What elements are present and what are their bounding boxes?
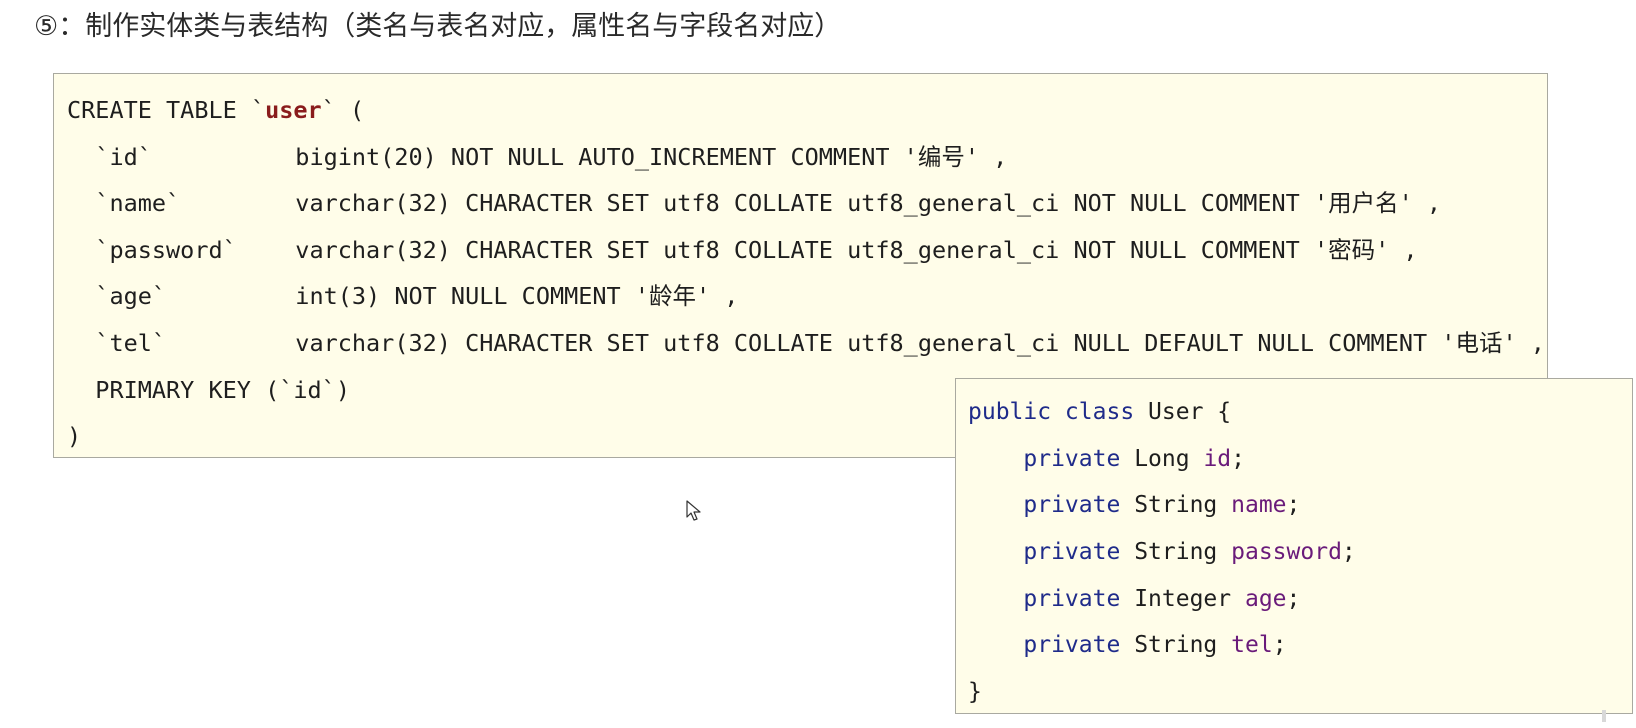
sql-column-def: varchar(32) CHARACTER SET utf8 COLLATE u… xyxy=(295,328,1545,357)
mouse-pointer-icon xyxy=(686,500,701,521)
java-field-name: age xyxy=(1244,585,1287,612)
java-field-line: private Long id; xyxy=(1023,445,1245,472)
java-class-name: User { xyxy=(1148,399,1232,425)
java-class-close: } xyxy=(968,669,1632,716)
java-field-line: private Integer age; xyxy=(1023,585,1301,612)
java-field-name: password xyxy=(1231,539,1342,566)
sql-column-name: `id` xyxy=(95,142,152,171)
java-field-type: Integer xyxy=(1134,585,1232,612)
sql-table-name: user xyxy=(265,96,322,124)
sql-column-name: `age` xyxy=(95,282,167,311)
java-field-modifier: private xyxy=(1023,445,1121,472)
sql-column-line: `tel` varchar(32) CHARACTER SET utf8 COLL… xyxy=(67,320,1547,367)
sql-column-line: `age` int(3) NOT NULL COMMENT '龄年' , xyxy=(67,273,1547,320)
sql-column-line: `password` varchar(32) CHARACTER SET utf8… xyxy=(67,227,1547,274)
sql-column-name: `name` xyxy=(95,189,181,218)
java-field-line: private String tel; xyxy=(1023,632,1287,659)
sql-column-def: bigint(20) NOT NULL AUTO_INCREMENT COMME… xyxy=(295,142,1008,171)
java-field-type: String xyxy=(1134,632,1218,659)
java-field-modifier: private xyxy=(1023,585,1121,612)
sql-column-line: `id` bigint(20) NOT NULL AUTO_INCREMENT C… xyxy=(67,134,1547,181)
sql-close-paren: ) xyxy=(67,422,82,451)
java-field-type: Long xyxy=(1134,445,1190,472)
sql-column-def: varchar(32) CHARACTER SET utf8 COLLATE u… xyxy=(295,189,1442,218)
sql-column-line: `name` varchar(32) CHARACTER SET utf8 COL… xyxy=(67,180,1547,227)
java-class-declaration: public class User { xyxy=(968,389,1632,436)
sql-column-name: `password` xyxy=(95,235,237,264)
java-code-block: public class User { private Long id; pri… xyxy=(955,378,1633,714)
sql-create-suffix: ` ( xyxy=(321,96,365,124)
java-field-modifier: private xyxy=(1023,492,1121,519)
sql-column-def: int(3) NOT NULL COMMENT '龄年' , xyxy=(295,282,739,311)
java-field-line: private String name; xyxy=(1023,492,1301,519)
java-close-brace: } xyxy=(968,679,982,706)
sql-create-prefix: CREATE TABLE ` xyxy=(67,96,266,124)
sql-column-def: varchar(32) CHARACTER SET utf8 COLLATE u… xyxy=(295,235,1418,264)
java-field-name: tel xyxy=(1231,632,1273,659)
sql-column-name: `tel` xyxy=(95,328,167,357)
java-field-modifier: private xyxy=(1023,539,1121,566)
scroll-indicator xyxy=(1602,710,1606,722)
java-field-type: String xyxy=(1134,492,1218,519)
java-field-modifier: private xyxy=(1023,632,1121,659)
sql-line-create: CREATE TABLE `user` ( xyxy=(67,87,1547,134)
java-field-name: id xyxy=(1203,445,1232,472)
java-field-line: private String password; xyxy=(1023,539,1356,566)
java-field-name: name xyxy=(1231,492,1287,519)
page-title: ⑤：制作实体类与表结构（类名与表名对应，属性名与字段名对应） xyxy=(34,11,842,42)
java-decl-keyword: public class xyxy=(968,399,1135,425)
sql-primary-key: PRIMARY KEY (`id`) xyxy=(95,375,350,404)
java-field-type: String xyxy=(1134,539,1218,566)
